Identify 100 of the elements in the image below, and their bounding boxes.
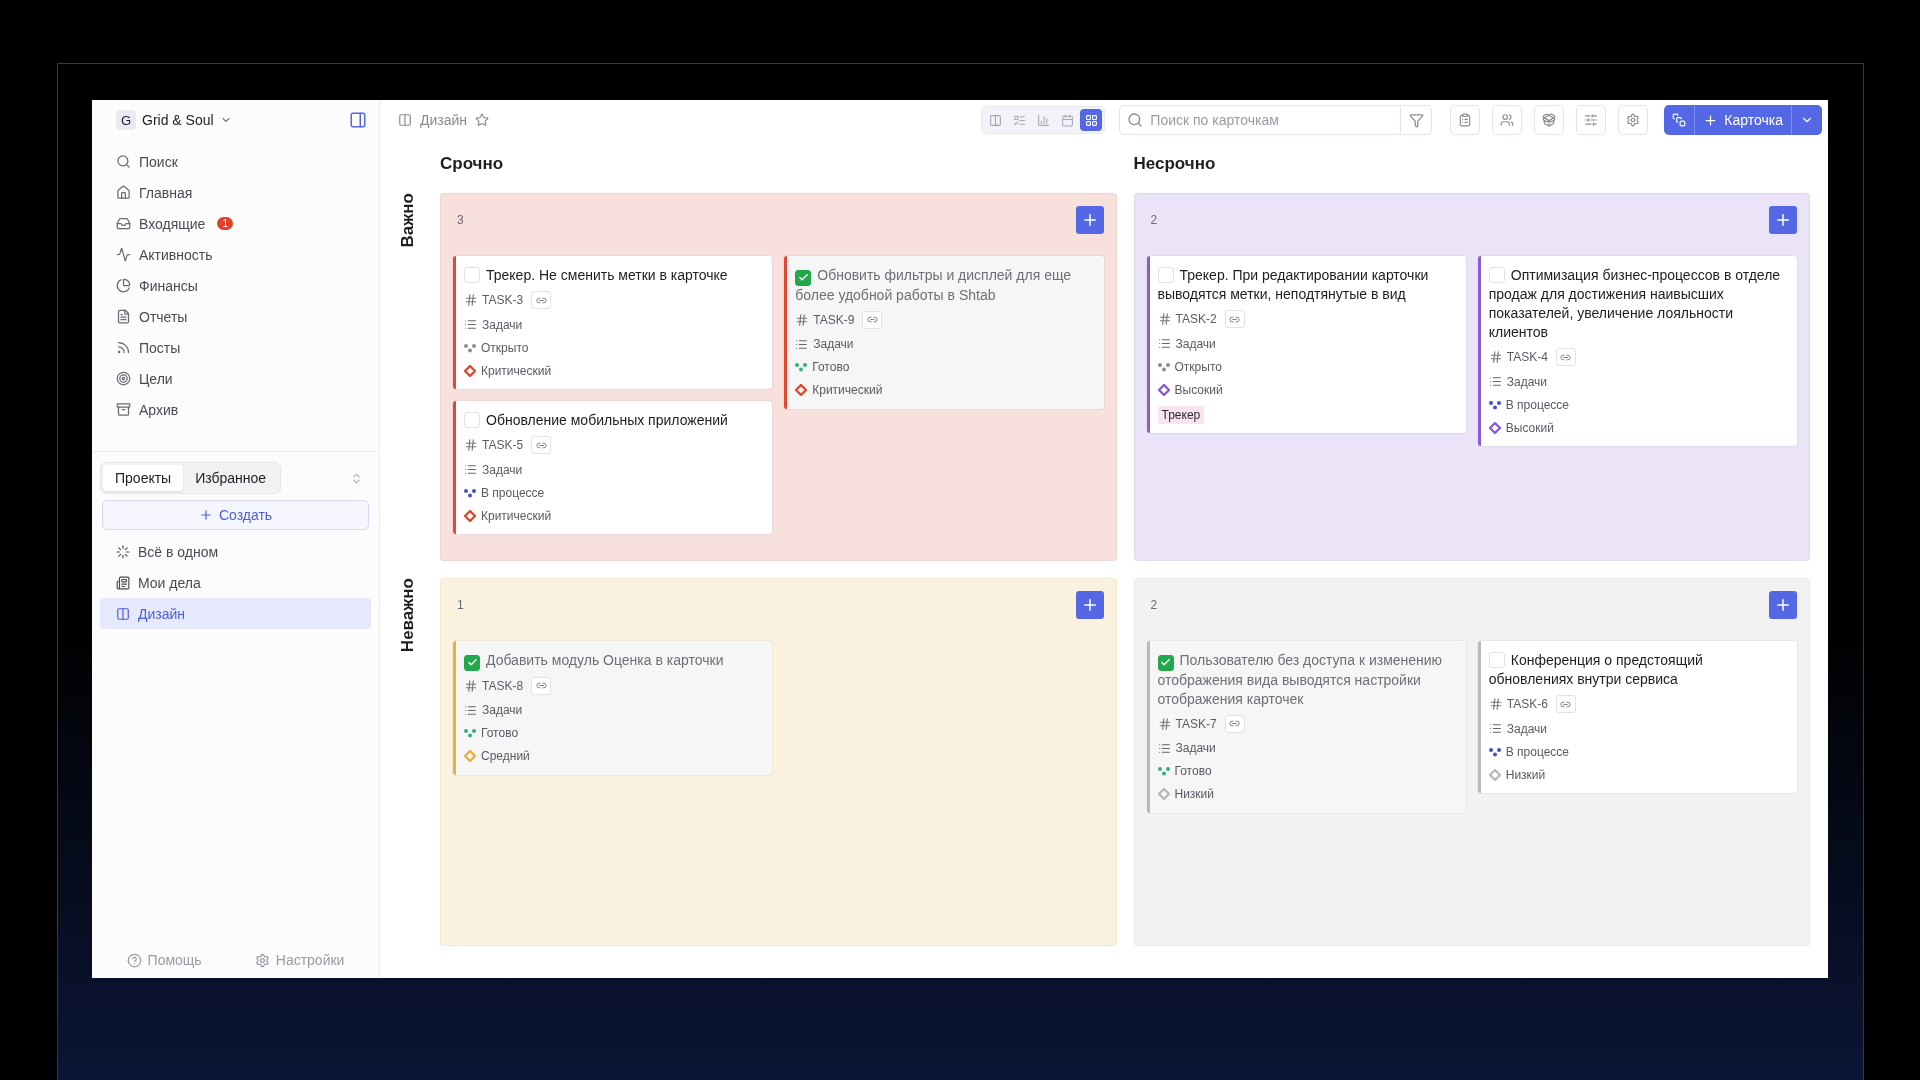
card-title: Трекер. При редактировании карточки выводятся метки, неподтянутые в вид	[1157, 266, 1430, 304]
workspace-switcher[interactable]: G Grid & Soul	[116, 110, 232, 130]
list-icon	[464, 703, 477, 717]
task-priority: Высокий	[1505, 420, 1554, 435]
priority-icon	[1488, 421, 1501, 434]
task-card[interactable]: Добавить модуль Оценка в карточки TASK-8 Задачи Готово Средний	[453, 641, 773, 775]
nav-item[interactable]: Архив	[100, 394, 371, 425]
column-heading: Несрочно	[1133, 154, 1217, 173]
task-card[interactable]: Обновить фильтры и дисплей для еще более удобной работы в Shtab TASK-9 Задачи Готово Критический	[784, 256, 1104, 409]
create-button[interactable]: Создать	[102, 500, 369, 530]
nav-icon	[116, 402, 131, 417]
task-card[interactable]: Трекер. Не сменить метки в карточке TASK-3 Задачи Открыто Критический	[453, 256, 773, 389]
card-count: 2	[1150, 598, 1158, 612]
task-status: Готово	[481, 726, 519, 740]
task-card[interactable]: Обновление мобильных приложений TASK-5 Задачи В процессе Критический	[453, 401, 773, 534]
project-item[interactable]: Дизайн	[100, 598, 371, 629]
task-id: TASK-4	[1506, 350, 1548, 364]
nav-item[interactable]: Активность	[100, 239, 371, 270]
view-button[interactable]	[1080, 109, 1103, 131]
list-icon	[795, 337, 809, 351]
nav-label: Активность	[139, 246, 213, 263]
tag: Трекер	[1157, 406, 1205, 424]
star-icon[interactable]	[475, 113, 490, 127]
card-title: Пользователю без доступа к изменению отображения вида выводятся настройки отображения карточек	[1157, 651, 1444, 709]
status-icon	[1488, 399, 1501, 410]
search-icon	[1127, 112, 1144, 128]
nav-item[interactable]: Поиск	[100, 146, 371, 177]
nav-label: Входящие	[139, 215, 206, 232]
status-icon	[1488, 746, 1501, 757]
nav-label: Поиск	[139, 153, 178, 170]
nav-icon	[116, 154, 131, 169]
add-button[interactable]	[1075, 591, 1104, 619]
task-card[interactable]: Конференция о предстоящий обновлениях внутри сервиса TASK-6 Задачи В процессе Низкий	[1477, 641, 1797, 793]
sidebar-tab[interactable]: Проекты	[103, 465, 184, 491]
search-field[interactable]: Поиск по карточкам	[1119, 105, 1401, 135]
count-badge: 1	[217, 217, 233, 230]
task-id: TASK-6	[1506, 697, 1548, 711]
nav-item[interactable]: Финансы	[100, 270, 371, 301]
nav-item[interactable]: Цели	[100, 363, 371, 394]
card-count: 1	[457, 598, 464, 612]
hash-icon	[1157, 312, 1172, 326]
clipboard-button[interactable]	[1450, 105, 1481, 135]
copy-link-button[interactable]	[1555, 695, 1576, 713]
column-heading: Срочно	[440, 154, 505, 173]
nav-item[interactable]: Отчеты	[100, 301, 371, 332]
add-button[interactable]	[1769, 591, 1797, 619]
task-status: Готово	[1174, 764, 1212, 778]
status-icon	[464, 728, 476, 738]
task-status: В процессе	[481, 485, 545, 500]
project-item[interactable]: Всё в одном	[100, 536, 371, 567]
task-priority: Низкий	[1505, 767, 1546, 782]
list-icon	[464, 463, 477, 476]
hash-icon	[1157, 716, 1172, 731]
project-item[interactable]: Мои дела	[100, 567, 371, 598]
hash-icon	[1488, 350, 1503, 364]
grid-icon	[1084, 113, 1098, 127]
priority-icon	[464, 509, 476, 522]
task-type: Задачи	[482, 462, 523, 477]
check-icon	[797, 272, 809, 283]
collapse-icon[interactable]	[350, 471, 363, 485]
copy-link-button[interactable]	[1555, 348, 1576, 366]
sliders-button[interactable]	[1576, 105, 1607, 135]
done-checkbox[interactable]	[464, 654, 480, 671]
card-count: 3	[457, 213, 464, 227]
task-card[interactable]: Трекер. При редактировании карточки выводятся метки, неподтянутые в вид TASK-2 Задачи Открыто Высокий Трекер	[1146, 256, 1466, 433]
nav-item[interactable]: Главная	[100, 177, 371, 208]
sidebar-tab[interactable]: Избранное	[183, 465, 279, 491]
box-button[interactable]	[1534, 105, 1565, 135]
task-priority: Критический	[481, 508, 552, 523]
nav-icon	[116, 247, 131, 262]
row-heading: Неважно	[398, 578, 418, 653]
task-priority: Критический	[481, 363, 552, 378]
checklist-icon	[1012, 113, 1026, 127]
settings-button[interactable]	[1618, 105, 1649, 135]
nav-item[interactable]: Входящие 1	[100, 208, 371, 239]
copy-link-button[interactable]	[1224, 714, 1245, 733]
done-checkbox[interactable]	[1157, 654, 1174, 671]
task-type: Задачи	[1506, 721, 1548, 736]
copy-link-button[interactable]	[862, 310, 883, 329]
card-title: Трекер. Не сменить метки в карточке	[464, 266, 761, 285]
plus-icon	[198, 508, 213, 522]
copy-link-button[interactable]	[531, 436, 552, 454]
add-button[interactable]	[1769, 206, 1797, 234]
done-checkbox[interactable]	[795, 269, 812, 286]
users-button[interactable]	[1492, 105, 1523, 135]
workspace-name: Grid & Soul	[142, 112, 214, 128]
hash-icon	[795, 312, 810, 327]
copy-link-button[interactable]	[531, 676, 552, 695]
nav-item[interactable]: Посты	[100, 332, 371, 363]
task-card[interactable]: Пользователю без доступа к изменению отображения вида выводятся настройки отображения карточек TASK-7 Задачи Готово Низкий	[1146, 641, 1466, 813]
copy-link-button[interactable]	[531, 291, 552, 309]
add-button[interactable]	[1075, 206, 1104, 234]
copy-link-button[interactable]	[1224, 310, 1245, 328]
card-title: Оптимизация бизнес-процессов в отделе продаж для достижения наивысших показателей, увеличение лояльности клиентов	[1488, 266, 1782, 342]
task-card[interactable]: Оптимизация бизнес-процессов в отделе продаж для достижения наивысших показателей, увеличение лояльности клиентов TASK-4 Задачи В процессе Высокий	[1477, 256, 1797, 446]
task-id: TASK-5	[482, 438, 524, 452]
panel-toggle-icon[interactable]	[349, 111, 367, 129]
project-icon	[116, 606, 130, 621]
filter-button[interactable]	[1400, 105, 1433, 135]
task-status: Готово	[812, 360, 850, 374]
